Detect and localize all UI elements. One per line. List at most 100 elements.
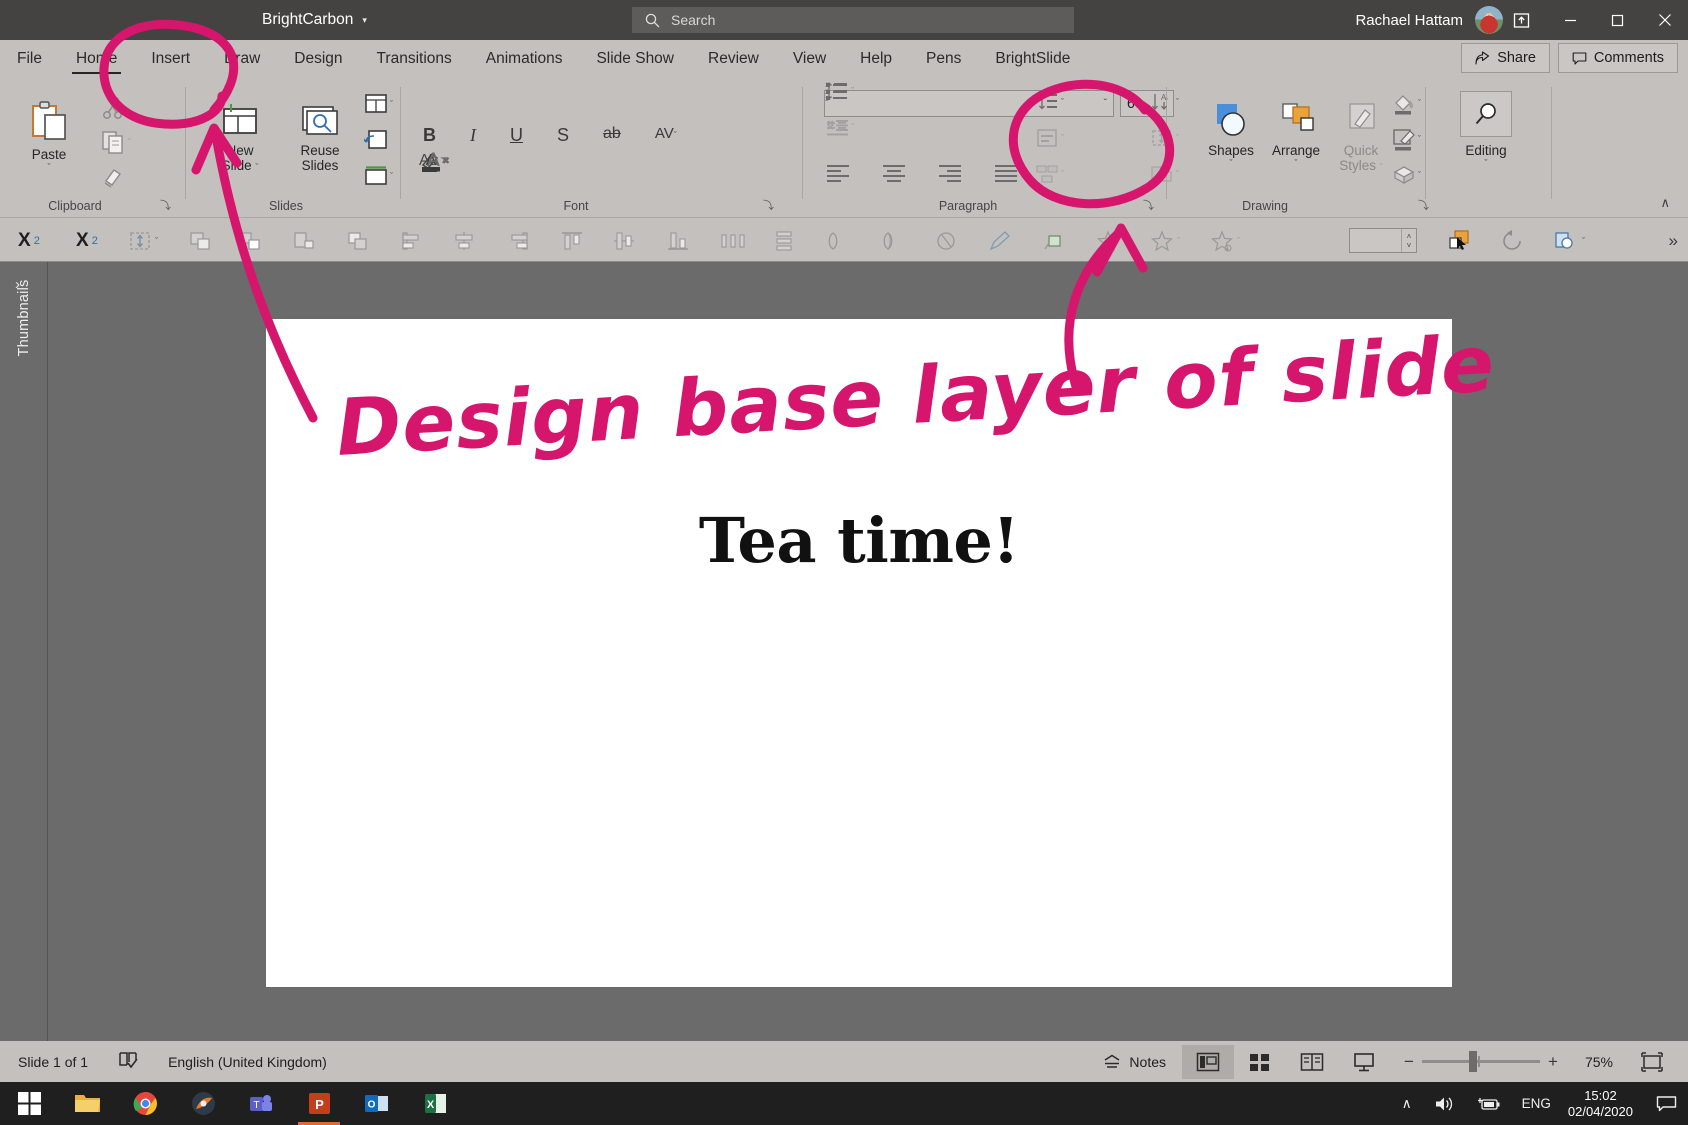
microsoft-teams-button[interactable]: T: [232, 1082, 290, 1125]
align-right-button[interactable]: [937, 163, 963, 188]
chevron-down-icon[interactable]: ˇ: [1295, 158, 1298, 168]
spellcheck-icon[interactable]: [118, 1051, 138, 1072]
cut-button[interactable]: [100, 95, 126, 121]
match-size-button[interactable]: [292, 218, 316, 263]
intersect-shape-button[interactable]: [934, 218, 958, 263]
resize-shape-button[interactable]: ˇ: [1150, 127, 1179, 149]
chevron-down-icon[interactable]: ˇ: [1485, 158, 1488, 168]
paint-shape-button[interactable]: [1042, 218, 1066, 263]
italic-button[interactable]: I: [470, 125, 476, 146]
align-center-button[interactable]: [881, 163, 907, 188]
maximize-button[interactable]: [1594, 0, 1641, 40]
normal-view-button[interactable]: [1182, 1044, 1234, 1079]
distribute-vertical-button[interactable]: [772, 218, 796, 263]
pencil-edit-button[interactable]: [988, 218, 1012, 263]
chevron-down-icon[interactable]: ˇ: [1061, 133, 1064, 143]
share-button[interactable]: Share: [1461, 43, 1550, 73]
notifications-button[interactable]: [1645, 1095, 1688, 1113]
file-explorer-button[interactable]: [58, 1082, 116, 1125]
underline-button[interactable]: U: [510, 125, 523, 146]
star-settings-button[interactable]: ˇ: [1210, 218, 1240, 263]
columns-button[interactable]: ˇ: [1035, 91, 1064, 113]
tab-insert[interactable]: Insert: [134, 40, 207, 77]
spinner-down-icon[interactable]: ˅: [1407, 241, 1412, 250]
search-input[interactable]: Search: [632, 7, 1074, 33]
tab-help[interactable]: Help: [843, 40, 909, 77]
align-top-edges-button[interactable]: [560, 218, 584, 263]
thumbnails-label[interactable]: Thumbnails: [16, 266, 32, 370]
star-button[interactable]: [1096, 218, 1120, 263]
chevron-down-icon[interactable]: ˇ: [128, 137, 131, 147]
excel-button[interactable]: X: [406, 1082, 464, 1125]
language-indicator[interactable]: ENG: [1511, 1096, 1562, 1111]
superscript-button[interactable]: X2: [76, 218, 98, 263]
fit-height-button[interactable]: ˇ: [128, 218, 158, 263]
shapes-button[interactable]: Shapes ˇ: [1198, 95, 1264, 168]
subtract-shape-button[interactable]: [880, 218, 904, 263]
match-position-button[interactable]: [346, 218, 370, 263]
merge-shape-button[interactable]: [826, 218, 850, 263]
zoom-level[interactable]: 75%: [1572, 1054, 1626, 1070]
character-spacing-button[interactable]: AVˇ: [655, 125, 677, 146]
editing-button[interactable]: Editing ˇ: [1446, 91, 1526, 168]
merge-shapes-button[interactable]: ˇ: [1150, 163, 1179, 185]
slide-sorter-view-button[interactable]: [1234, 1045, 1286, 1079]
chevron-down-icon[interactable]: ˇ: [48, 162, 51, 172]
volume-button[interactable]: [1423, 1095, 1465, 1113]
arrange-button[interactable]: Arrange ˇ: [1263, 95, 1329, 168]
convert-to-smartart-button[interactable]: ˇ: [1035, 163, 1064, 185]
quick-styles-button[interactable]: Quick Styles ˇ: [1328, 95, 1394, 175]
reading-view-button[interactable]: [1286, 1045, 1338, 1079]
tray-expand-button[interactable]: ∧: [1391, 1096, 1423, 1112]
zoom-slider[interactable]: − +: [1396, 1051, 1566, 1072]
star-dropdown-button[interactable]: ˇ: [1150, 218, 1180, 263]
zoom-in-button[interactable]: +: [1540, 1052, 1566, 1072]
text-shadow-button[interactable]: S: [557, 125, 569, 146]
chevron-down-icon[interactable]: ˇ: [255, 162, 258, 172]
chevron-down-icon[interactable]: ˇ: [851, 122, 854, 132]
notes-button[interactable]: Notes: [1087, 1054, 1182, 1070]
chevron-down-icon[interactable]: ˇ: [1176, 169, 1179, 179]
chevron-down-icon[interactable]: ˇ: [1582, 236, 1585, 246]
tab-view[interactable]: View: [776, 40, 843, 77]
pointer-select-button[interactable]: [1447, 218, 1473, 263]
align-right-edges-button[interactable]: [506, 218, 530, 263]
new-slide-button[interactable]: New Slide ˇ: [204, 95, 276, 175]
text-direction-button[interactable]: ˇ: [825, 117, 854, 137]
chevron-down-icon[interactable]: ˇ: [1230, 158, 1233, 168]
comments-button[interactable]: Comments: [1557, 43, 1678, 73]
slide-show-view-button[interactable]: [1338, 1045, 1390, 1079]
close-button[interactable]: [1641, 0, 1688, 40]
chevron-down-icon[interactable]: ˇ: [1418, 170, 1421, 180]
zoom-track[interactable]: [1422, 1051, 1540, 1072]
tab-draw[interactable]: Draw: [207, 40, 277, 77]
tab-pens[interactable]: Pens: [909, 40, 978, 77]
slide-canvas[interactable]: Tea time!: [48, 262, 1688, 1041]
line-spacing-button[interactable]: ˇ: [825, 81, 854, 101]
justify-button[interactable]: [993, 163, 1019, 188]
tab-design[interactable]: Design: [277, 40, 359, 77]
chevron-down-icon[interactable]: ˇ: [1061, 169, 1064, 179]
tab-animations[interactable]: Animations: [469, 40, 580, 77]
clipboard-dialog-launcher[interactable]: ⤵: [160, 197, 171, 213]
tab-brightslide[interactable]: BrightSlide: [978, 40, 1087, 77]
color-picker-button[interactable]: ˇ: [1553, 218, 1585, 263]
arrange-order-button[interactable]: A ˇ: [1150, 91, 1179, 113]
slide-counter[interactable]: Slide 1 of 1: [18, 1054, 88, 1070]
chevron-down-icon[interactable]: ▾: [362, 15, 367, 26]
chevron-down-icon[interactable]: ˇ: [390, 99, 393, 109]
size-spinner[interactable]: ˄ ˅: [1349, 228, 1417, 253]
account-area[interactable]: Rachael Hattam: [1355, 0, 1503, 40]
align-middle-button[interactable]: [612, 218, 636, 263]
chevron-down-icon[interactable]: ˇ: [851, 86, 854, 96]
copy-button[interactable]: ˇ: [100, 129, 131, 155]
chevron-down-icon[interactable]: ˇ: [1177, 236, 1180, 246]
language-label[interactable]: English (United Kingdom): [168, 1054, 327, 1070]
slide-layout-button[interactable]: ˇ: [364, 93, 393, 115]
reset-slide-button[interactable]: [364, 129, 388, 151]
chevron-down-icon[interactable]: ˇ: [1061, 97, 1064, 107]
spinner-arrows[interactable]: ˄ ˅: [1401, 229, 1416, 252]
font-dialog-launcher[interactable]: ⤵: [763, 197, 774, 213]
chevron-down-icon[interactable]: ˇ: [1380, 162, 1383, 172]
swap-shapes-button[interactable]: [238, 218, 262, 263]
